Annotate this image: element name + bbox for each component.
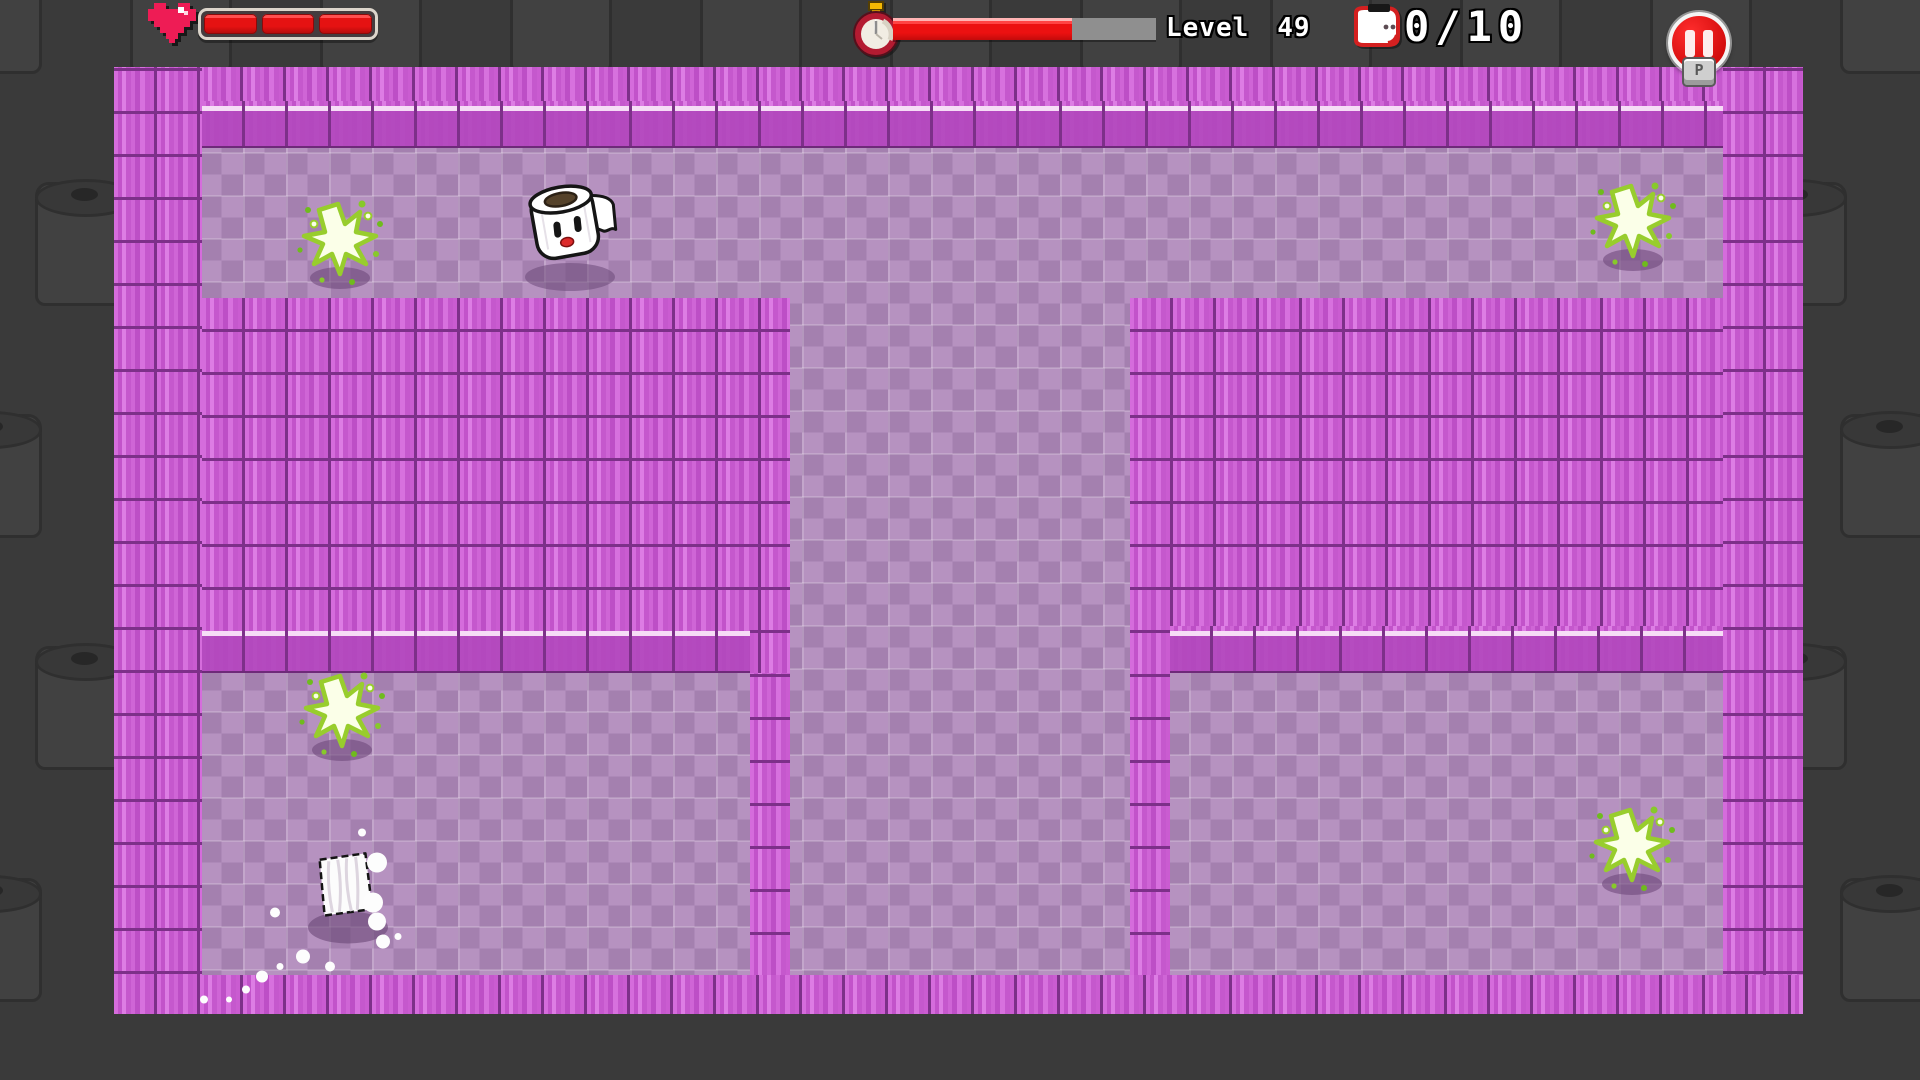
health-segment xyxy=(262,14,315,34)
level-label: Level xyxy=(1166,13,1249,43)
green-splat xyxy=(288,194,392,298)
health-segment xyxy=(204,14,257,34)
heart-icon xyxy=(148,3,198,47)
entity-layer xyxy=(0,0,1920,1080)
green-splat xyxy=(1581,176,1685,280)
level-indicator: Level 49 xyxy=(1166,13,1311,43)
health-segment xyxy=(319,14,372,34)
paper-splash xyxy=(180,810,420,1015)
level-value: 49 xyxy=(1277,13,1310,43)
timer-bar xyxy=(893,18,1156,40)
green-splat xyxy=(1580,800,1684,904)
health-bar xyxy=(198,8,378,40)
toilet-paper-icon xyxy=(1348,3,1404,51)
game-stage: Level 49 0/10 P xyxy=(0,0,1920,1080)
pause-icon xyxy=(1685,30,1695,57)
health-segments xyxy=(204,14,372,34)
pause-key-hint: P xyxy=(1682,57,1716,87)
pause-icon xyxy=(1703,30,1713,57)
toilet-paper-player xyxy=(504,176,628,294)
green-splat xyxy=(290,666,394,770)
rolls-counter: 0/10 xyxy=(1404,2,1529,51)
timer-fill xyxy=(893,18,1072,40)
